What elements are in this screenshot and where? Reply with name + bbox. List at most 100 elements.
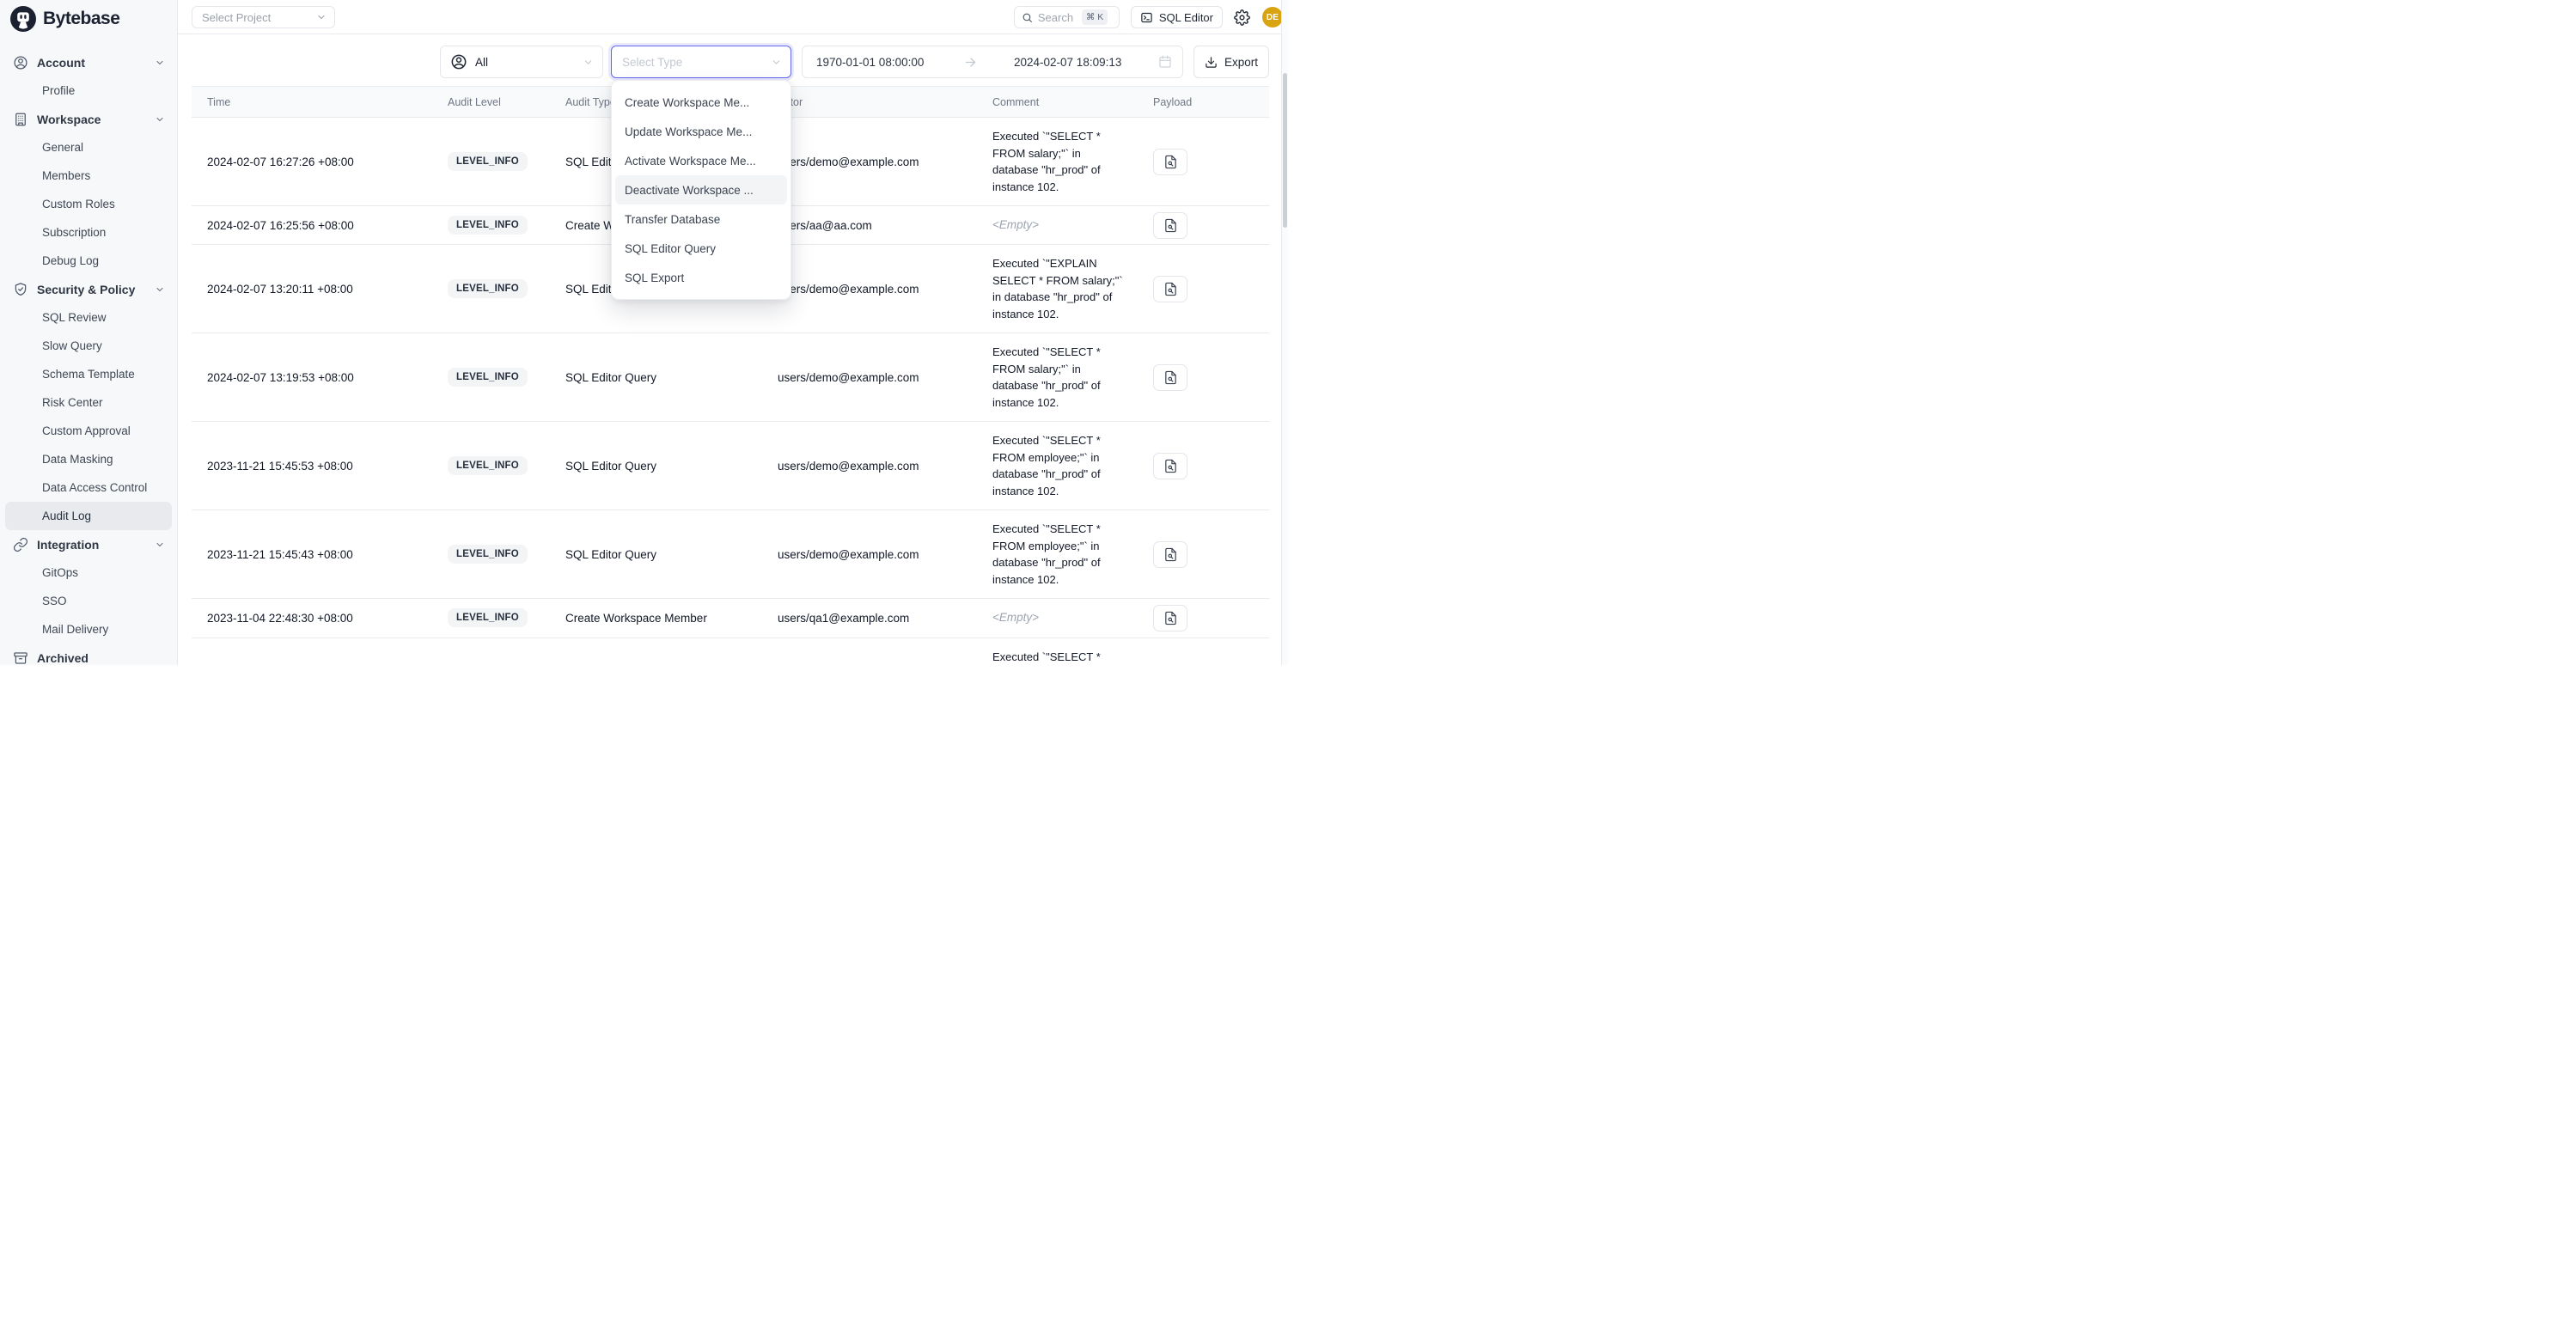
sidebar-item[interactable]: Risk Center — [5, 388, 172, 417]
sidebar-item[interactable]: SQL Review — [5, 303, 172, 332]
logo[interactable]: Bytebase — [0, 0, 177, 38]
cell-comment: Executed `"SELECT * FROM department;"` i… — [977, 638, 1138, 666]
date-range-picker[interactable]: 1970-01-01 08:00:00 2024-02-07 18:09:13 — [802, 46, 1183, 78]
sidebar-item[interactable]: Mail Delivery — [5, 615, 172, 644]
dropdown-option[interactable]: Create Workspace Me... — [615, 88, 787, 117]
chevron-down-icon — [583, 57, 594, 68]
export-button[interactable]: Export — [1193, 46, 1269, 78]
payload-view-button[interactable] — [1153, 149, 1187, 175]
actor-filter-select[interactable]: All — [440, 46, 603, 78]
cell-time: 2024-02-07 16:25:56 +08:00 — [192, 219, 432, 232]
bytebase-app: Bytebase Account Profile Workspace — [0, 0, 1288, 665]
cell-audit-level: LEVEL_INFO — [432, 152, 550, 171]
cell-actor: users/demo@example.com — [762, 460, 977, 473]
sidebar-item[interactable]: Audit Log — [5, 502, 172, 530]
sidebar-item[interactable]: General — [5, 133, 172, 162]
cell-audit-type: SQL Editor Query — [550, 548, 762, 561]
cell-payload — [1138, 453, 1269, 479]
chevron-down-icon — [771, 57, 782, 68]
cell-audit-type: SQL Editor Query — [550, 460, 762, 473]
chevron-down-icon — [155, 540, 165, 550]
calendar-icon[interactable] — [1158, 55, 1172, 69]
dropdown-option[interactable]: Deactivate Workspace ... — [615, 175, 787, 204]
scrollbar[interactable] — [1281, 0, 1288, 665]
dropdown-option[interactable]: SQL Export — [615, 263, 787, 292]
cell-comment: Executed `"SELECT * FROM employee;"` in … — [977, 422, 1138, 509]
payload-view-button[interactable] — [1153, 605, 1187, 631]
file-search-icon — [1163, 155, 1178, 169]
payload-view-button[interactable] — [1153, 453, 1187, 479]
sidebar-item[interactable]: GitOps — [5, 558, 172, 587]
cell-comment: Executed `"SELECT * FROM salary;"` in da… — [977, 118, 1138, 205]
sidebar-item[interactable]: Debug Log — [5, 247, 172, 275]
date-from-input[interactable]: 1970-01-01 08:00:00 — [816, 56, 964, 69]
cell-time: 2024-02-07 13:19:53 +08:00 — [192, 371, 432, 384]
sidebar-section-integration[interactable]: Integration — [0, 530, 177, 558]
sidebar-item[interactable]: Custom Approval — [5, 417, 172, 445]
payload-view-button[interactable] — [1153, 364, 1187, 391]
search-shortcut-badge: ⌘ K — [1082, 9, 1108, 25]
file-search-icon — [1163, 611, 1178, 625]
cell-time: 2023-11-04 22:48:30 +08:00 — [192, 612, 432, 625]
project-select[interactable]: Select Project — [192, 6, 335, 28]
date-to-input[interactable]: 2024-02-07 18:09:13 — [1014, 56, 1158, 69]
cell-audit-level: LEVEL_INFO — [432, 545, 550, 564]
cell-payload — [1138, 212, 1269, 239]
export-label: Export — [1224, 56, 1258, 69]
actor-filter-value: All — [475, 56, 575, 69]
type-dropdown-options: Create Workspace Me...Update Workspace M… — [615, 88, 787, 292]
sidebar-section-security-policy[interactable]: Security & Policy — [0, 275, 177, 303]
chevron-down-icon — [155, 114, 165, 125]
bytebase-logo-icon — [10, 6, 36, 32]
sidebar-item[interactable]: Schema Template — [5, 360, 172, 388]
type-filter-select[interactable]: Select Type — [611, 46, 791, 78]
search-box[interactable]: ⌘ K — [1014, 6, 1120, 28]
sidebar-section-label: Security & Policy — [37, 283, 155, 296]
dropdown-option[interactable]: SQL Editor Query — [615, 234, 787, 263]
chevron-down-icon — [155, 284, 165, 295]
sidebar-section-workspace-items: GeneralMembersCustom RolesSubscriptionDe… — [0, 133, 177, 275]
sidebar-section-workspace[interactable]: Workspace — [0, 105, 177, 133]
cell-actor: users/qa1@example.com — [762, 612, 977, 625]
cell-audit-level: LEVEL_INFO — [432, 216, 550, 235]
cell-payload — [1138, 541, 1269, 568]
user-avatar[interactable]: DE — [1262, 7, 1283, 27]
cell-audit-level: LEVEL_INFO — [432, 608, 550, 627]
scrollbar-thumb[interactable] — [1283, 73, 1287, 228]
sidebar-section-account[interactable]: Account — [0, 48, 177, 76]
settings-gear-icon[interactable] — [1234, 9, 1251, 26]
cell-comment: Executed `"SELECT * FROM employee;"` in … — [977, 510, 1138, 598]
sidebar-item[interactable]: Data Access Control — [5, 473, 172, 502]
topbar-actions: ⌘ K SQL Editor DE — [1014, 0, 1283, 34]
dropdown-option[interactable]: Transfer Database — [615, 204, 787, 234]
file-search-icon — [1163, 459, 1178, 473]
sidebar-section-integration-items: GitOpsSSOMail Delivery — [0, 558, 177, 644]
sidebar-section-label: Integration — [37, 538, 155, 552]
payload-view-button[interactable] — [1153, 541, 1187, 568]
sidebar-item[interactable]: Slow Query — [5, 332, 172, 360]
search-input[interactable] — [1038, 11, 1077, 24]
level-badge: LEVEL_INFO — [448, 545, 528, 564]
sidebar-item[interactable]: Subscription — [5, 218, 172, 247]
sql-editor-label: SQL Editor — [1159, 11, 1213, 24]
dropdown-option[interactable]: Update Workspace Me... — [615, 117, 787, 146]
archive-icon — [13, 650, 28, 666]
cell-actor: users/demo@example.com — [762, 283, 977, 296]
download-icon — [1205, 56, 1218, 69]
sidebar-item[interactable]: Members — [5, 162, 172, 190]
sidebar-item[interactable]: Profile — [5, 76, 172, 105]
sidebar-section-archived[interactable]: Archived — [0, 644, 177, 665]
level-badge: LEVEL_INFO — [448, 368, 528, 387]
column-header-time: Time — [192, 96, 432, 108]
sidebar-item[interactable]: Data Masking — [5, 445, 172, 473]
payload-view-button[interactable] — [1153, 276, 1187, 302]
payload-view-button[interactable] — [1153, 212, 1187, 239]
cell-actor: users/aa@aa.com — [762, 219, 977, 232]
sidebar-item[interactable]: SSO — [5, 587, 172, 615]
cell-payload — [1138, 149, 1269, 175]
sidebar-item[interactable]: Custom Roles — [5, 190, 172, 218]
sql-editor-button[interactable]: SQL Editor — [1131, 6, 1223, 28]
dropdown-option[interactable]: Activate Workspace Me... — [615, 146, 787, 175]
user-circle-icon — [13, 55, 28, 70]
sidebar-section-label: Account — [37, 56, 155, 70]
